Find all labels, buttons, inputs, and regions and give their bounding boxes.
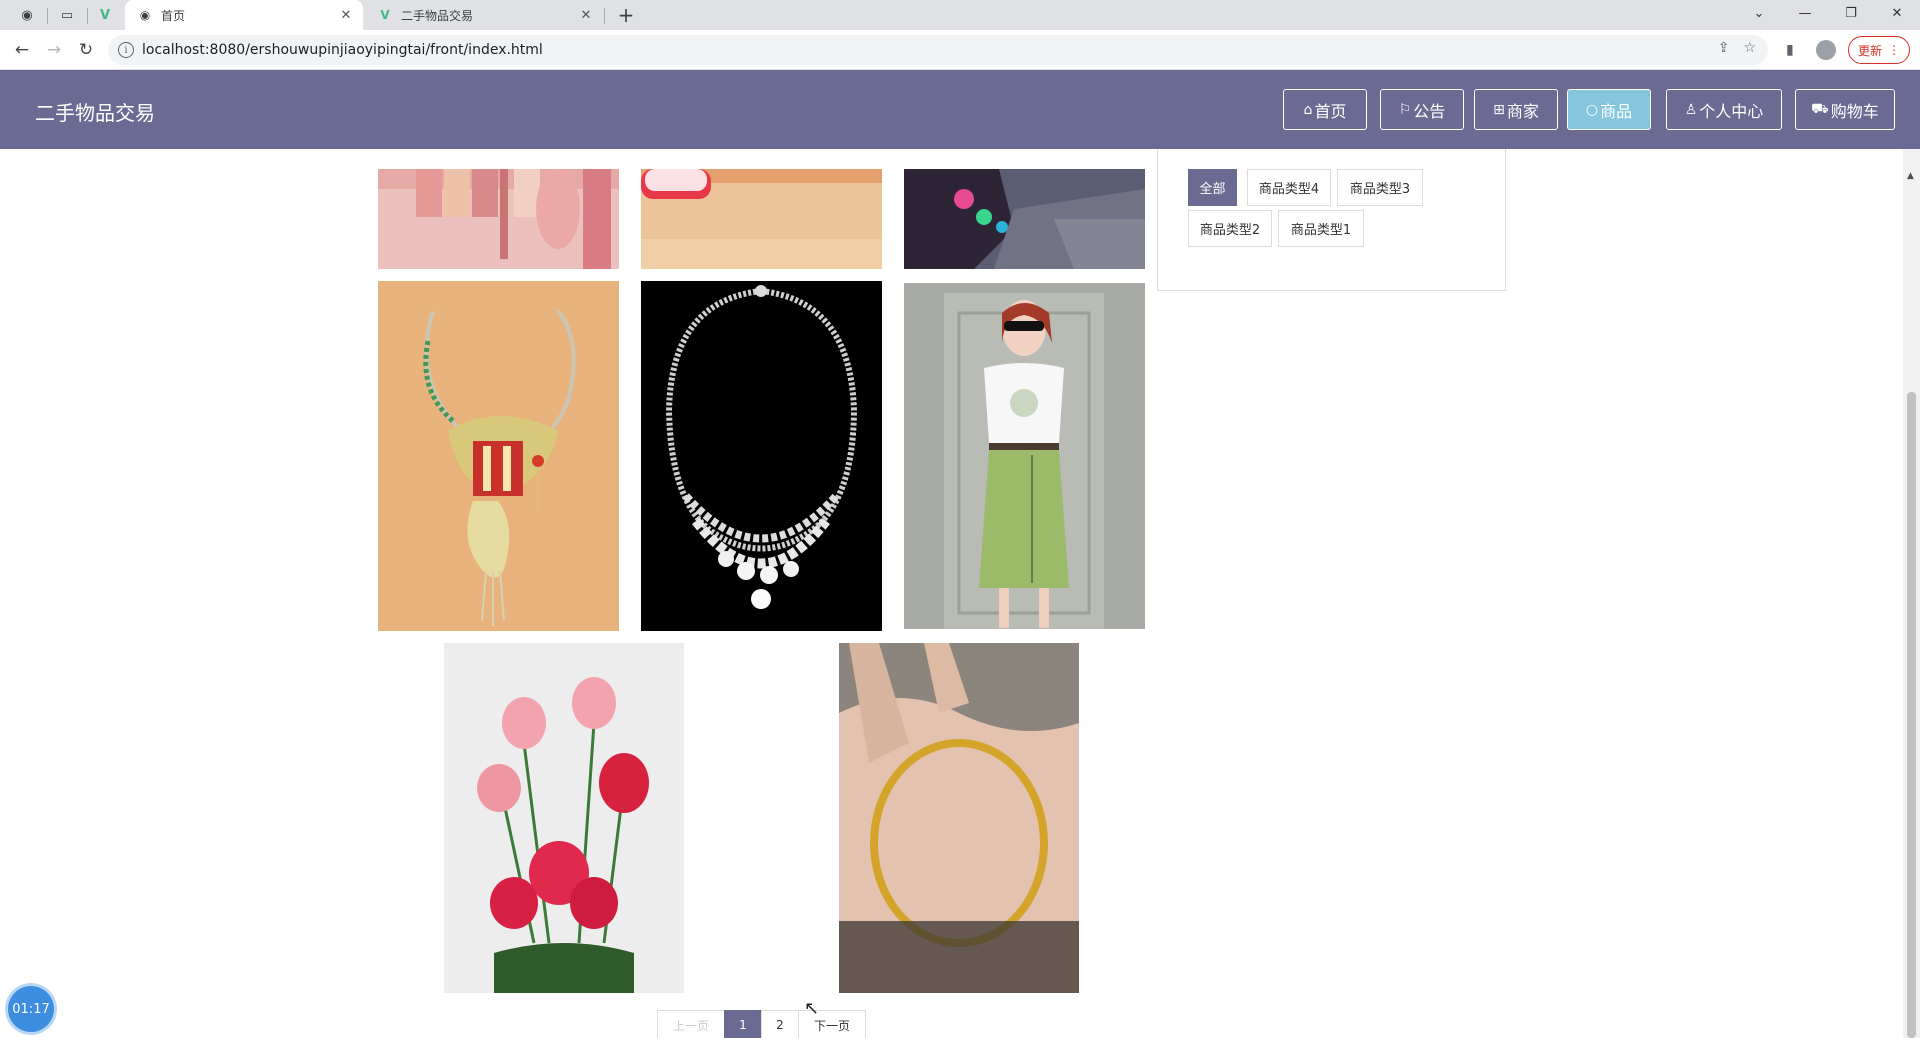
restore-button[interactable]: ❐: [1828, 0, 1874, 26]
page-content: 全部 商品类型4 商品类型3 商品类型2 商品类型1 上一页 1 2 下一页: [0, 149, 1920, 1038]
nav-merchants[interactable]: ⊞ 商家: [1474, 89, 1558, 130]
address-bar[interactable]: i localhost:8080/ershouwupinjiaoyipingta…: [108, 35, 1768, 65]
site-info-icon[interactable]: i: [118, 42, 134, 58]
category-filter-panel: 全部 商品类型4 商品类型3 商品类型2 商品类型1: [1157, 149, 1506, 291]
nav-label: 商品: [1600, 101, 1633, 121]
nav-label: 购物车: [1830, 101, 1879, 121]
close-window-button[interactable]: ✕: [1874, 0, 1920, 26]
tab-home[interactable]: ◉ 首页 ✕: [125, 0, 363, 30]
pinned-tab-globe-icon[interactable]: ◉: [16, 4, 38, 26]
minimize-button[interactable]: —: [1782, 0, 1828, 26]
nav-home[interactable]: ⌂ 首页: [1283, 89, 1367, 130]
forward-button[interactable]: →: [42, 38, 66, 62]
page-scrollbar[interactable]: ▲: [1903, 149, 1920, 1038]
url-text: localhost:8080/ershouwupinjiaoyipingtai/…: [142, 42, 543, 58]
scroll-up-icon[interactable]: ▲: [1907, 171, 1914, 181]
mouse-cursor-icon: ↖: [804, 998, 820, 1019]
new-tab-button[interactable]: +: [614, 3, 638, 27]
pagination: 上一页 1 2 下一页: [657, 1010, 866, 1038]
reload-button[interactable]: ↻: [74, 38, 98, 62]
product-card-phone-in-hand[interactable]: [904, 169, 1145, 269]
gold-bangle-image: [839, 643, 1079, 993]
page-2-button[interactable]: 2: [761, 1010, 799, 1038]
update-label: 更新: [1857, 43, 1882, 58]
pink-red-roses-image: [444, 643, 684, 993]
scrollbar-thumb[interactable]: [1907, 392, 1916, 1038]
browser-tab-strip: ◉ ▭ V ◉ 首页 ✕ V 二手物品交易 ✕ + ⌄ — ❐ ✕: [0, 0, 1920, 30]
back-button[interactable]: ←: [10, 38, 34, 62]
tab-separator: [87, 8, 88, 24]
nav-label: 商家: [1506, 101, 1539, 121]
cart-icon: ⛟: [1811, 100, 1829, 117]
globe-icon: ◉: [139, 8, 151, 22]
user-icon: ♙: [1684, 101, 1698, 118]
share-icon[interactable]: ⇪: [1718, 40, 1730, 56]
nav-personal-center[interactable]: ♙ 个人中心: [1666, 89, 1782, 130]
product-card-pink-red-roses[interactable]: [444, 643, 684, 993]
model-green-skirt-image: [904, 283, 1145, 629]
circle-icon: ○: [1585, 101, 1599, 118]
tab-separator: [47, 8, 48, 24]
side-panel-icon[interactable]: ▮: [1786, 42, 1794, 58]
close-tab-icon[interactable]: ✕: [337, 6, 355, 24]
tab-search-chevron-icon[interactable]: ⌄: [1736, 0, 1782, 26]
home-icon: ⌂: [1303, 101, 1313, 118]
pinned-tab-vue-icon[interactable]: V: [94, 4, 116, 26]
category-chip-type2[interactable]: 商品类型2: [1188, 210, 1272, 247]
prev-page-button[interactable]: 上一页: [657, 1010, 725, 1038]
vue-icon: V: [380, 8, 390, 22]
close-tab-icon[interactable]: ✕: [577, 6, 595, 24]
category-chip-type3[interactable]: 商品类型3: [1337, 169, 1423, 206]
nav-label: 首页: [1314, 101, 1347, 121]
product-card-gold-bangle[interactable]: [839, 643, 1079, 993]
category-chip-all[interactable]: 全部: [1188, 169, 1237, 206]
tab-secondhand[interactable]: V 二手物品交易 ✕: [365, 0, 603, 30]
product-card-red-box[interactable]: [641, 169, 882, 269]
nav-label: 个人中心: [1699, 101, 1764, 121]
diamond-necklace-image: [641, 281, 882, 631]
cosmetics-palette-image: [378, 169, 619, 269]
tab-separator: [604, 8, 605, 24]
nav-announcements[interactable]: ⚐ 公告: [1380, 89, 1464, 130]
product-card-diamond-necklace[interactable]: [641, 281, 882, 631]
browser-toolbar: ← → ↻ i localhost:8080/ershouwupinjiaoyi…: [0, 30, 1920, 70]
category-chip-type1[interactable]: 商品类型1: [1278, 210, 1364, 247]
site-header: 二手物品交易 ⌂ 首页 ⚐ 公告 ⊞ 商家 ○ 商品 ♙ 个人中心 ⛟ 购物车: [0, 70, 1920, 149]
gold-necklace-image: [378, 281, 619, 631]
site-brand: 二手物品交易: [35, 101, 155, 125]
profile-avatar-icon[interactable]: [1816, 40, 1836, 60]
flag-icon: ⚐: [1398, 101, 1412, 118]
tab-title: 首页: [161, 8, 186, 23]
bookmark-star-icon[interactable]: ☆: [1743, 40, 1756, 56]
recording-timer-badge: 01:17: [8, 986, 54, 1032]
update-button[interactable]: 更新 ⋮: [1848, 36, 1910, 64]
tab-title: 二手物品交易: [401, 8, 474, 23]
category-chip-type4[interactable]: 商品类型4: [1247, 169, 1331, 206]
gift-icon: ⊞: [1493, 101, 1505, 118]
nav-cart[interactable]: ⛟ 购物车: [1795, 89, 1895, 130]
pinned-tab-blank-icon[interactable]: ▭: [56, 4, 78, 26]
product-card-cosmetics-palette[interactable]: [378, 169, 619, 269]
page-1-button[interactable]: 1: [724, 1010, 762, 1038]
product-card-model-green-skirt[interactable]: [904, 283, 1145, 629]
nav-products[interactable]: ○ 商品: [1567, 89, 1651, 130]
kebab-menu-icon: ⋮: [1888, 43, 1900, 57]
nav-label: 公告: [1413, 101, 1446, 121]
red-box-image: [641, 169, 882, 269]
product-card-gold-necklace[interactable]: [378, 281, 619, 631]
phone-in-hand-image: [904, 169, 1145, 269]
